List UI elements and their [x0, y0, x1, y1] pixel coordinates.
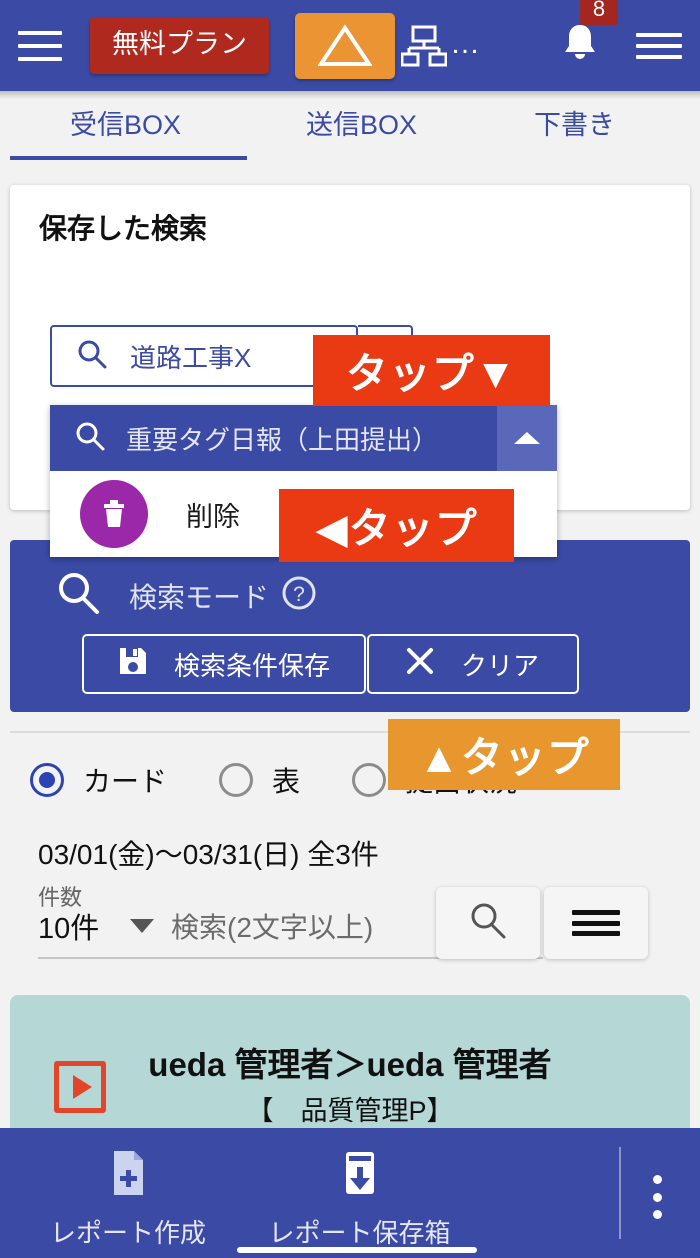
result-count-label: 件数 — [38, 885, 83, 910]
clear-button[interactable]: クリア — [367, 634, 579, 694]
notification-badge: 8 — [580, 0, 618, 26]
list-options-button[interactable] — [544, 887, 648, 959]
tab-sent[interactable]: 送信BOX — [306, 103, 417, 142]
hamburger-line — [636, 54, 682, 59]
hamburger-line — [18, 56, 62, 61]
save-disk-icon — [118, 646, 148, 683]
search-icon — [467, 900, 509, 947]
nav-report-box[interactable]: レポート保存箱 — [257, 1148, 462, 1250]
caret-down-icon[interactable] — [130, 919, 154, 933]
org-chart-overflow-text: … — [450, 26, 482, 60]
saved-search-title: 保存した検索 — [39, 213, 208, 244]
hamburger-line — [636, 43, 682, 48]
dropdown-delete-label: 削除 — [186, 501, 240, 532]
filter-search-field[interactable]: 検索(2文字以上) — [130, 906, 373, 946]
tab-active-indicator — [10, 156, 247, 160]
header-menu-button[interactable] — [636, 32, 682, 59]
home-indicator — [237, 1247, 477, 1253]
dot — [652, 1192, 662, 1202]
hamburger-menu-icon — [636, 32, 682, 59]
radio-unselected-icon — [352, 763, 387, 797]
search-mode-label: 検索モード — [129, 581, 270, 613]
radio-selected-icon — [30, 763, 64, 797]
tab-bar: 受信BOX 送信BOX 下書き — [0, 91, 700, 163]
view-mode-option-card[interactable]: カード — [30, 760, 167, 800]
filter-search-placeholder: 検索(2文字以上) — [171, 912, 374, 943]
search-mode-buttons: 検索条件保存 クリア — [82, 634, 579, 694]
result-card-title: ueda 管理者＞ueda 管理者 — [148, 1046, 552, 1083]
search-icon — [55, 570, 101, 621]
radio-unselected-icon — [219, 763, 254, 797]
tap-annotation-view-mode: ▲タップ — [388, 719, 620, 790]
dot — [652, 1210, 662, 1219]
date-range-summary: 03/01(金)〜03/31(日) 全3件 — [38, 839, 379, 870]
org-chart-title[interactable]: … — [401, 24, 482, 68]
nav-create-report[interactable]: レポート作成 — [50, 1148, 207, 1250]
dropdown-selected-item[interactable]: 重要タグ日報（上田提出） — [50, 405, 557, 471]
hamburger-line — [572, 910, 620, 915]
view-mode-card-label: カード — [83, 766, 168, 797]
help-circle-icon[interactable]: ? — [281, 575, 317, 616]
result-count-value[interactable]: 10件 — [38, 912, 99, 947]
triangle-logo-icon[interactable] — [295, 12, 395, 79]
result-card[interactable]: ueda 管理者＞ueda 管理者 【 品質管理P】 — [10, 995, 690, 1130]
view-mode-table-label: 表 — [272, 766, 301, 797]
tap-annotation-delete: ◀タップ — [279, 489, 514, 562]
result-card-subtitle: 【 品質管理P】 — [246, 1096, 454, 1126]
hamburger-menu-icon — [572, 910, 620, 936]
result-count-block: 件数 10件 — [38, 884, 99, 946]
tap-annotation-dropdown: タップ▼ — [313, 335, 550, 406]
svg-text:?: ? — [293, 583, 305, 606]
nav-create-report-label: レポート作成 — [50, 1218, 207, 1248]
nav-report-box-label: レポート保存箱 — [268, 1218, 451, 1248]
search-submit-button[interactable] — [436, 887, 540, 959]
search-mode-panel: 検索モード ? 検索条件保存 クリア — [10, 540, 690, 712]
notification-bell-icon[interactable]: 8 — [560, 0, 618, 70]
more-vertical-icon[interactable] — [640, 1175, 674, 1219]
hamburger-line — [636, 32, 682, 37]
saved-search-input[interactable]: 道路工事X — [50, 325, 358, 387]
trash-icon — [80, 480, 148, 548]
chevron-up-icon[interactable] — [497, 405, 557, 471]
file-plus-icon — [106, 1148, 150, 1203]
save-search-conditions-label: 検索条件保存 — [174, 650, 331, 681]
bottom-navigation-bar: レポート作成 レポート保存箱 — [0, 1128, 700, 1258]
clear-button-label: クリア — [461, 650, 540, 681]
free-plan-button[interactable]: 無料プラン — [90, 17, 269, 74]
search-mode-header: 検索モード ? — [55, 570, 317, 621]
dropdown-selected-label: 重要タグ日報（上田提出） — [126, 424, 439, 455]
tab-draft[interactable]: 下書き — [534, 103, 615, 142]
search-icon — [76, 338, 108, 375]
save-search-conditions-button[interactable]: 検索条件保存 — [82, 634, 366, 694]
search-icon — [74, 420, 106, 457]
dot — [652, 1175, 662, 1184]
org-chart-icon — [401, 25, 447, 66]
view-mode-option-table[interactable]: 表 — [219, 760, 300, 800]
hamburger-menu-icon[interactable] — [18, 30, 62, 61]
hamburger-line — [18, 30, 62, 35]
hamburger-line — [572, 931, 620, 936]
app-header: 無料プラン … 8 — [0, 0, 700, 91]
hamburger-line — [572, 920, 620, 926]
tab-inbox[interactable]: 受信BOX — [70, 103, 181, 142]
close-x-icon — [405, 646, 435, 683]
inbox-download-icon — [338, 1148, 382, 1203]
saved-search-value: 道路工事X — [130, 342, 252, 373]
hamburger-line — [18, 43, 62, 48]
nav-divider — [619, 1147, 621, 1239]
